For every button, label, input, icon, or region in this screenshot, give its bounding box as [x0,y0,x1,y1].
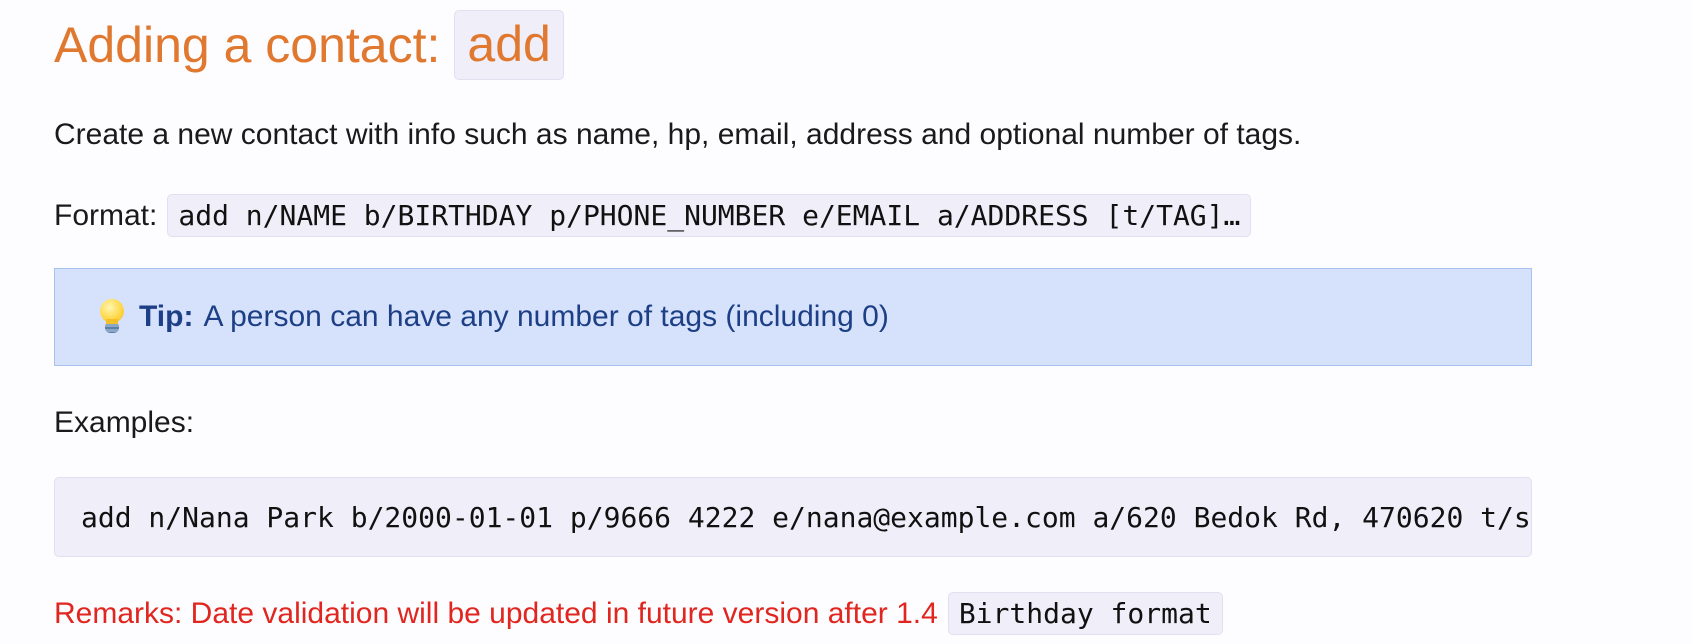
remarks-line: Remarks: Date validation will be updated… [54,592,1223,635]
example-code-block[interactable]: add n/Nana Park b/2000-01-01 p/9666 4222… [54,477,1532,557]
section-heading: Adding a contact: add [54,10,564,80]
heading-command-code: add [454,10,564,80]
format-code: add n/NAME b/BIRTHDAY p/PHONE_NUMBER e/E… [167,194,1252,237]
remarks-text: Remarks: Date validation will be updated… [54,596,938,630]
format-line: Format: add n/NAME b/BIRTHDAY p/PHONE_NU… [54,194,1252,237]
tip-callout: Tip: A person can have any number of tag… [54,268,1532,366]
format-label: Format: [54,198,158,232]
description-text: Create a new contact with info such as n… [54,118,1302,151]
heading-title: Adding a contact: [54,17,441,73]
tip-text: A person can have any number of tags (in… [203,300,889,333]
tip-label: Tip: [139,300,194,333]
example-code-text: add n/Nana Park b/2000-01-01 p/9666 4222… [81,500,1532,534]
birthday-format-code: Birthday format [947,592,1223,635]
lightbulb-icon [99,299,125,335]
examples-label: Examples: [54,406,195,439]
